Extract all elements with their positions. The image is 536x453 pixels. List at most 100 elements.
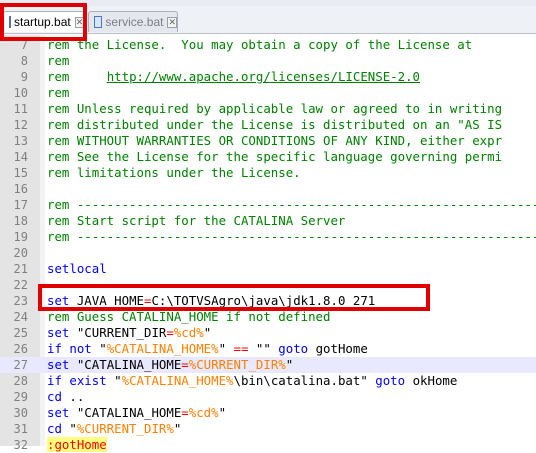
code-text: rem ------------------------------------… [47, 197, 536, 213]
line-number: 14 [13, 150, 28, 164]
line-number: 18 [13, 214, 28, 228]
line-number: 29 [13, 390, 28, 404]
line-number: 9 [20, 70, 28, 84]
line-number: 25 [13, 326, 28, 340]
code-text: rem See the License for the specific lan… [47, 149, 502, 165]
code-line[interactable]: 8 rem [0, 53, 536, 69]
code-line[interactable]: 25 set "CURRENT_DIR=%cd%" [0, 325, 536, 341]
code-token: set [47, 325, 70, 340]
code-token: if exist [47, 373, 107, 388]
code-line[interactable]: 29 cd .. [0, 389, 536, 405]
code-token: if not [47, 341, 92, 356]
line-number: 26 [13, 342, 28, 356]
code-text: set "CATALINA_HOME=%cd%" [47, 405, 226, 421]
code-token: "" [248, 341, 279, 356]
code-line[interactable]: 31 cd "%CURRENT_DIR%" [0, 421, 536, 437]
code-token: rem [47, 69, 107, 84]
code-token: goto [375, 373, 406, 388]
code-token: "CATALINA_HOME [69, 357, 182, 372]
code-token: \bin\catalina.bat" [233, 373, 376, 388]
file-icon [94, 16, 103, 28]
code-line[interactable]: 30 set "CATALINA_HOME=%cd%" [0, 405, 536, 421]
code-line[interactable]: 10 rem [0, 85, 536, 101]
tab-service-bat[interactable]: service.bat ✕ [88, 11, 178, 32]
code-token: " [218, 405, 227, 420]
code-text: if exist "%CATALINA_HOME%\bin\catalina.b… [47, 373, 457, 389]
code-line[interactable]: 21 setlocal [0, 261, 536, 277]
code-token: :gotHome [47, 437, 107, 452]
code-token: rem Start script for the CATALINA Server [47, 213, 346, 228]
url-text[interactable]: http://www.apache.org/licenses/LICENSE-2… [107, 69, 420, 84]
code-token: rem WITHOUT WARRANTIES OR CONDITIONS OF … [47, 133, 503, 148]
code-token: " [218, 341, 234, 356]
line-number: 31 [13, 422, 28, 436]
code-text: cd .. [47, 389, 84, 405]
code-text: setlocal [47, 261, 107, 277]
code-token: rem See the License for the specific lan… [47, 149, 503, 164]
code-token: rem ------------------------------------… [47, 197, 536, 212]
code-token: " [61, 421, 77, 436]
code-token: " [173, 421, 182, 436]
code-line[interactable]: 20 [0, 245, 536, 261]
code-text: rem http://www.apache.org/licenses/LICEN… [47, 69, 420, 85]
line-number: 23 [13, 294, 28, 308]
code-token: " [91, 341, 107, 356]
code-token: rem ------------------------------------… [47, 229, 536, 244]
code-token: cd [47, 421, 62, 436]
code-text: rem [47, 53, 69, 69]
code-line[interactable]: 28 if exist "%CATALINA_HOME%\bin\catalina… [0, 373, 536, 389]
code-text: rem distributed under the License is dis… [47, 117, 502, 133]
code-line[interactable]: 26 if not "%CATALINA_HOME%" == "" goto go… [0, 341, 536, 357]
code-token: == [233, 341, 249, 356]
line-number: 8 [20, 54, 28, 68]
code-token: rem [47, 53, 70, 68]
code-editor[interactable]: 7 rem the License. You may obtain a copy … [0, 37, 536, 453]
code-line[interactable]: 19 rem ----------------------------------… [0, 229, 536, 245]
code-token: set [47, 357, 70, 372]
highlight-box-tab [0, 3, 87, 41]
code-text: rem ------------------------------------… [47, 229, 536, 245]
line-number: 28 [13, 374, 28, 388]
code-text: if not "%CATALINA_HOME%" == "" goto gotH… [47, 341, 368, 357]
code-line[interactable]: 14 rem See the License for the specific l… [0, 149, 536, 165]
code-line[interactable]: 32:gotHome [0, 437, 536, 453]
code-token: = [181, 357, 189, 372]
code-line[interactable]: 24 rem Guess CATALINA_HOME if not defined [0, 309, 536, 325]
close-icon[interactable]: ✕ [167, 16, 177, 28]
line-number: 30 [13, 406, 28, 420]
code-token: rem limitations under the License. [47, 165, 301, 180]
code-token: " [106, 373, 122, 388]
code-token: %cd% [173, 325, 204, 340]
line-number: 12 [13, 118, 28, 132]
code-text: set "CURRENT_DIR=%cd%" [47, 325, 211, 341]
line-number: 16 [13, 182, 28, 196]
line-number: 17 [13, 198, 28, 212]
highlight-box-java-home [38, 284, 430, 311]
code-token: " [285, 357, 294, 372]
code-line[interactable]: 13 rem WITHOUT WARRANTIES OR CONDITIONS O… [0, 133, 536, 149]
code-line[interactable]: 15 rem limitations under the License. [0, 165, 536, 181]
line-number: 22 [13, 278, 28, 292]
code-token: .. [61, 389, 85, 404]
code-text: rem limitations under the License. [47, 165, 301, 181]
code-text: set "CATALINA_HOME=%CURRENT_DIR%" [47, 357, 293, 373]
code-line[interactable]: 17 rem ----------------------------------… [0, 197, 536, 213]
code-token: %cd% [188, 405, 219, 420]
code-token: rem the License. You may obtain a copy o… [47, 37, 473, 52]
code-line[interactable]: 9 rem http://www.apache.org/licenses/LICE… [0, 69, 536, 85]
code-line[interactable]: 18 rem Start script for the CATALINA Serv… [0, 213, 536, 229]
code-token: gotHome [308, 341, 368, 356]
code-line[interactable]: 11 rem Unless required by applicable law … [0, 101, 536, 117]
code-token: = [166, 325, 174, 340]
code-line[interactable]: 27 set "CATALINA_HOME=%CURRENT_DIR%" [0, 357, 536, 373]
code-token: "CURRENT_DIR [69, 325, 167, 340]
code-token: rem [47, 85, 70, 100]
code-line[interactable]: 12 rem distributed under the License is d… [0, 117, 536, 133]
code-line[interactable]: 16 [0, 181, 536, 197]
line-number: 21 [13, 262, 28, 276]
code-token: %CATALINA_HOME% [106, 341, 219, 356]
code-token: = [181, 405, 189, 420]
tab-label: service.bat [105, 15, 164, 29]
code-text: cd "%CURRENT_DIR%" [47, 421, 181, 437]
code-token: rem distributed under the License is dis… [47, 117, 503, 132]
